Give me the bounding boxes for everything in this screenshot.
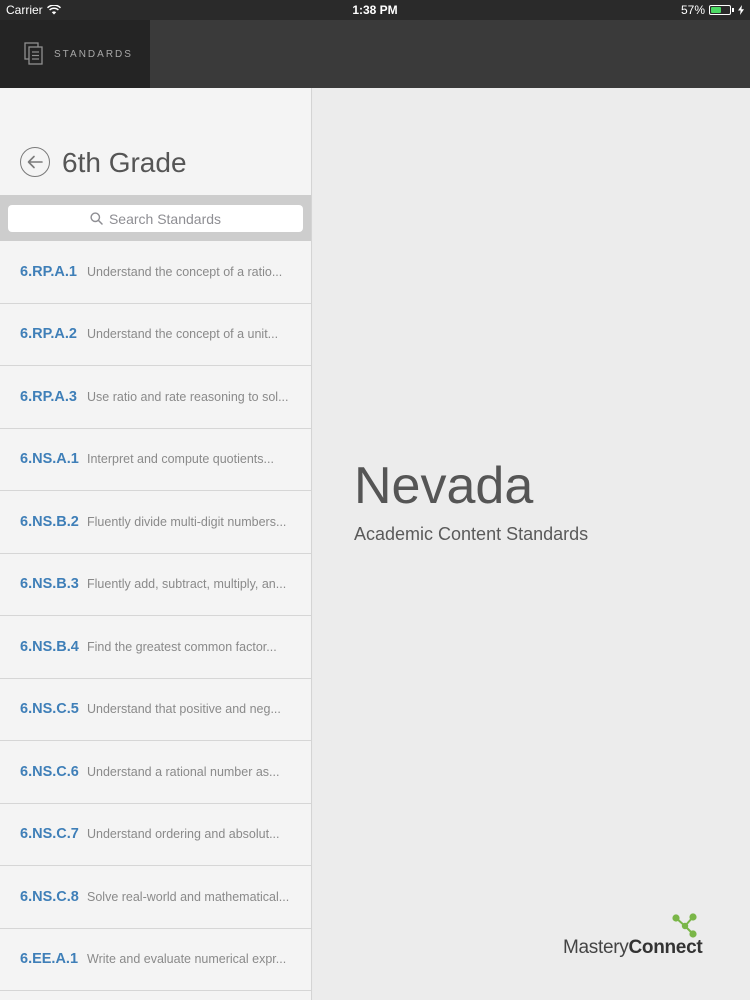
standard-code: 6.NS.C.5 xyxy=(20,701,79,718)
standard-description: Understand the concept of a unit... xyxy=(87,327,279,342)
search-placeholder: Search Standards xyxy=(108,210,222,227)
status-bar: Carrier 1:38 PM 57% xyxy=(0,0,750,20)
standard-row[interactable]: 6.RP.A.1 Understand the concept of a rati… xyxy=(0,241,311,304)
standard-row[interactable]: 6.NS.C.6 Understand a rational number as.… xyxy=(0,741,311,804)
brand-text-light: Mastery xyxy=(563,937,629,958)
battery-group: 57% xyxy=(681,3,744,17)
standard-description: Understand ordering and absolut... xyxy=(87,827,280,842)
standard-row[interactable]: 6.RP.A.2 Understand the concept of a unit… xyxy=(0,304,311,366)
standard-row[interactable]: 6.NS.A.1 Interpret and compute quotients.… xyxy=(0,429,311,491)
standard-description: Solve real-world and mathematical... xyxy=(87,889,290,904)
sidebar-header: 6th Grade xyxy=(0,88,311,195)
battery-icon xyxy=(709,5,731,15)
standard-code: 6.NS.C.7 xyxy=(20,826,79,843)
standard-row[interactable]: 6.NS.C.8 Solve real-world and mathematica… xyxy=(0,866,311,929)
battery-tip xyxy=(732,8,734,12)
masteryconnect-logo-icon xyxy=(672,913,697,938)
standards-list: 6.RP.A.1 Understand the concept of a rati… xyxy=(0,241,311,991)
standard-description: Fluently add, subtract, multiply, an... xyxy=(87,577,287,592)
standard-code: 6.NS.C.6 xyxy=(20,763,79,780)
standard-code: 6.RP.A.2 xyxy=(20,326,77,343)
search-icon xyxy=(90,212,103,225)
standard-row[interactable]: 6.NS.C.7 Understand ordering and absolut.… xyxy=(0,804,311,866)
standard-description: Write and evaluate numerical expr... xyxy=(87,952,287,967)
standards-tab[interactable]: STANDARDS xyxy=(0,20,150,88)
standard-row[interactable]: 6.NS.B.4 Find the greatest common factor.… xyxy=(0,616,311,679)
standard-description: Understand that positive and neg... xyxy=(87,702,281,717)
state-title: Nevada xyxy=(354,457,534,515)
standard-code: 6.NS.B.2 xyxy=(20,513,79,530)
search-input[interactable]: Search Standards xyxy=(8,205,303,232)
standard-description: Interpret and compute quotients... xyxy=(87,452,274,467)
masteryconnect-wordmark: MasteryConnect xyxy=(563,937,703,959)
grade-title: 6th Grade xyxy=(62,147,187,178)
standard-row[interactable]: 6.EE.A.1 Write and evaluate numerical exp… xyxy=(0,929,311,991)
battery-fill xyxy=(711,7,722,13)
documents-icon xyxy=(24,42,43,65)
standard-code: 6.NS.C.8 xyxy=(20,888,79,905)
search-bar: Search Standards xyxy=(0,195,311,241)
standard-code: 6.NS.A.1 xyxy=(20,451,79,468)
standards-tab-label: STANDARDS xyxy=(54,48,133,60)
standard-description: Fluently divide multi-digit numbers... xyxy=(87,514,287,529)
state-subtitle: Academic Content Standards xyxy=(354,524,589,544)
brand-text-bold: Connect xyxy=(628,937,703,958)
standard-description: Understand the concept of a ratio... xyxy=(87,264,283,279)
standard-row[interactable]: 6.NS.B.2 Fluently divide multi-digit numb… xyxy=(0,491,311,554)
sidebar: 6th Grade Search Standards 6.RP.A.1 Under… xyxy=(0,88,312,1000)
standard-code: 6.EE.A.1 xyxy=(20,951,79,968)
standard-description: Find the greatest common factor... xyxy=(87,639,277,654)
standard-description: Use ratio and rate reasoning to sol... xyxy=(87,389,289,404)
status-time: 1:38 PM xyxy=(352,3,398,17)
battery-percent: 57% xyxy=(680,3,705,17)
back-button[interactable] xyxy=(20,147,50,177)
standard-code: 6.NS.B.3 xyxy=(20,576,79,593)
standard-row[interactable]: 6.RP.A.3 Use ratio and rate reasoning to … xyxy=(0,366,311,429)
top-nav-bar: STANDARDS xyxy=(0,20,750,88)
standard-code: 6.NS.B.4 xyxy=(20,638,79,655)
standard-code: 6.RP.A.1 xyxy=(20,263,77,280)
back-arrow-icon xyxy=(27,155,43,169)
standard-code: 6.RP.A.3 xyxy=(20,388,77,405)
main-panel: Nevada Academic Content Standards Master… xyxy=(313,88,750,1000)
standard-description: Understand a rational number as... xyxy=(87,764,280,779)
masteryconnect-brand: MasteryConnect xyxy=(563,913,713,963)
charging-bolt-icon xyxy=(738,5,744,15)
standard-row[interactable]: 6.NS.B.3 Fluently add, subtract, multiply… xyxy=(0,554,311,616)
standard-row[interactable]: 6.NS.C.5 Understand that positive and neg… xyxy=(0,679,311,741)
